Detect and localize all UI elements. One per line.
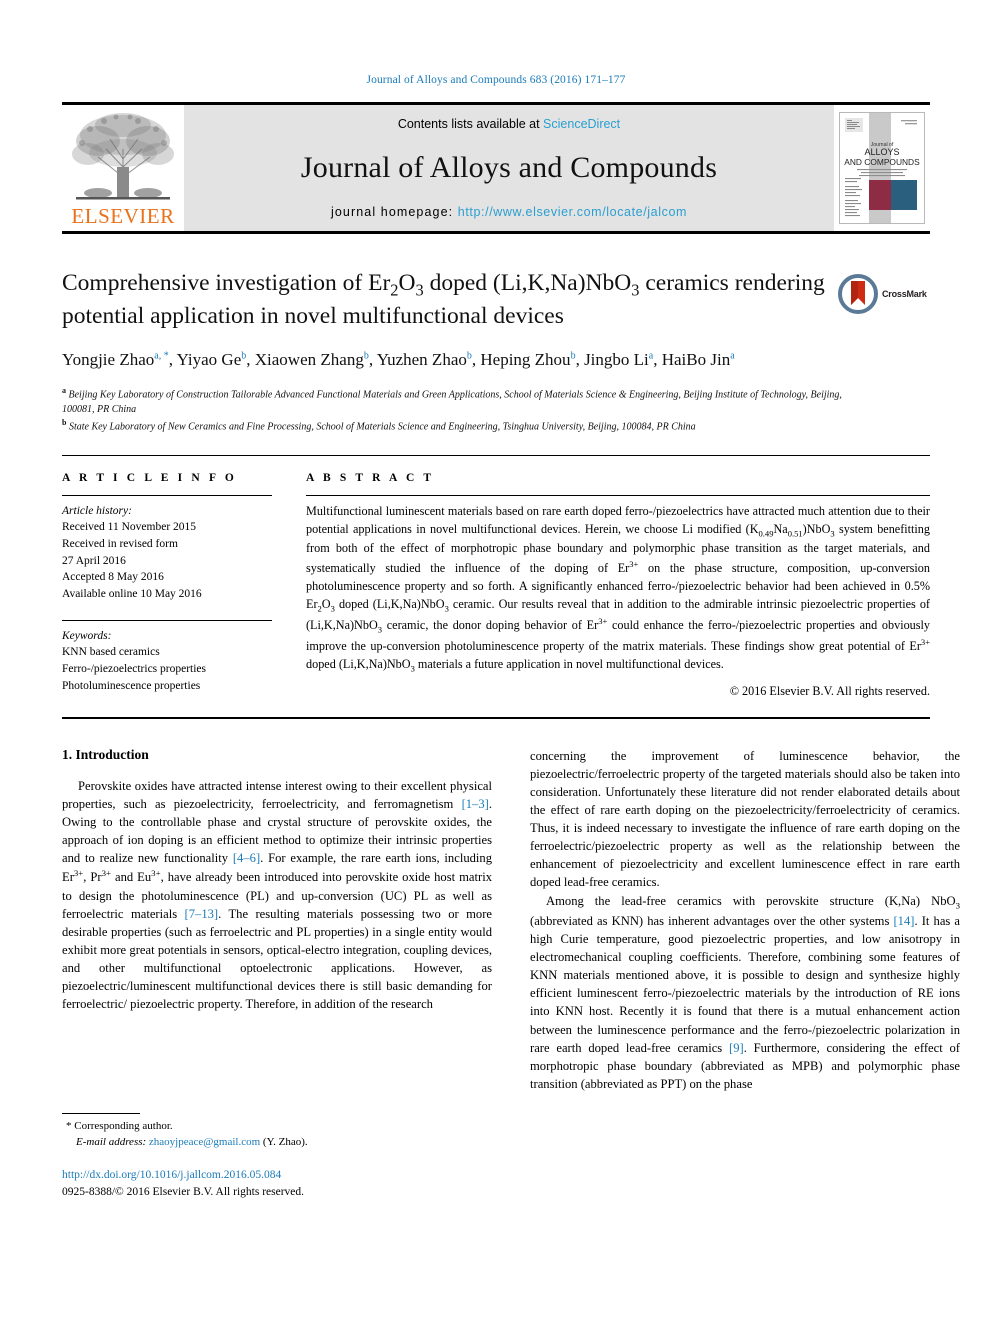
email-label: E-mail address: <box>76 1136 147 1149</box>
sciencedirect-link[interactable]: ScienceDirect <box>543 117 620 131</box>
divider <box>62 494 272 496</box>
abstract-copyright: © 2016 Elsevier B.V. All rights reserved… <box>729 683 930 698</box>
article-history-block: Article history: Received 11 November 20… <box>62 503 272 603</box>
abstract-column: A B S T R A C T Multifunctional luminesc… <box>306 472 930 699</box>
doi-link[interactable]: http://dx.doi.org/10.1016/j.jallcom.2016… <box>62 1167 492 1184</box>
history-item: 27 April 2016 <box>62 554 126 567</box>
article-info-heading: A R T I C L E I N F O <box>62 471 237 484</box>
affiliation-text: Beijing Key Laboratory of Construction T… <box>62 389 842 416</box>
divider <box>62 619 272 621</box>
body-column-left: 1. Introduction Perovskite oxides have a… <box>62 747 492 1202</box>
citation-link[interactable]: [9] <box>729 1041 744 1055</box>
author-name: Yuzhen Zhao <box>376 350 467 370</box>
author-affiliation-mark: b <box>241 350 247 362</box>
elsevier-logo: ELSEVIER <box>62 105 184 231</box>
section-heading-introduction: 1. Introduction <box>62 746 149 762</box>
running-head: Journal of Alloys and Compounds 683 (201… <box>366 74 626 86</box>
article-history-label: Article history: <box>62 504 132 517</box>
author-affiliation-mark: b <box>363 350 369 362</box>
corresponding-author-note: * Corresponding author. E-mail address: … <box>66 1120 308 1149</box>
affiliation-item: b State Key Laboratory of New Ceramics a… <box>62 417 862 434</box>
citation-link[interactable]: [1–3] <box>462 797 489 811</box>
journal-article-page: Journal of Alloys and Compounds 683 (201… <box>0 0 992 1323</box>
affiliation-mark: a <box>62 386 66 396</box>
email-link[interactable]: zhaoyjpeace@gmail.com <box>149 1136 260 1148</box>
keywords-block: Keywords: KNN based ceramics Ferro-/piez… <box>62 619 272 695</box>
journal-homepage-link[interactable]: http://www.elsevier.com/locate/jalcom <box>458 205 687 219</box>
elsevier-wordmark: ELSEVIER <box>71 204 175 228</box>
crossmark-icon <box>838 274 878 314</box>
affiliation-mark: b <box>62 418 67 428</box>
author-name: Jingbo Li <box>584 350 649 370</box>
journal-masthead: ELSEVIER Contents lists available at Sci… <box>62 102 930 234</box>
elsevier-tree-icon <box>72 113 174 200</box>
keywords-label: Keywords: <box>62 629 112 642</box>
author-list: Yongjie Zhaoa, *, Yiyao Geb, Xiaowen Zha… <box>62 350 735 370</box>
issn-copyright-line: 0925-8388/© 2016 Elsevier B.V. All right… <box>62 1186 305 1199</box>
journal-title: Journal of Alloys and Compounds <box>300 151 718 184</box>
keyword-item: Photoluminescence properties <box>62 679 201 692</box>
author-affiliation-mark: a <box>730 350 735 362</box>
paragraph: concerning the improvement of luminescen… <box>530 748 960 890</box>
info-abstract-section: A R T I C L E I N F O Article history: R… <box>62 454 930 699</box>
affiliation-text: State Key Laboratory of New Ceramics and… <box>68 421 696 433</box>
history-item: Accepted 8 May 2016 <box>62 571 164 584</box>
author-name: Heping Zhou <box>480 350 571 370</box>
contents-prefix: Contents lists available at <box>397 117 544 131</box>
citation-link[interactable]: [4–6] <box>233 851 260 865</box>
journal-cover-thumbnail: Journal of ALLOYS AND COMPOUNDS <box>834 105 930 231</box>
author-name: Yongjie Zhao <box>62 350 155 370</box>
masthead-center-panel: Contents lists available at ScienceDirec… <box>184 105 834 231</box>
svg-text:AND COMPOUNDS: AND COMPOUNDS <box>844 157 920 167</box>
paragraph: Perovskite oxides have attracted intense… <box>62 778 493 1012</box>
doi-block: http://dx.doi.org/10.1016/j.jallcom.2016… <box>62 1167 492 1202</box>
contents-lists-line: Contents lists available at ScienceDirec… <box>398 117 620 131</box>
affiliation-item: a Beijing Key Laboratory of Construction… <box>62 385 862 417</box>
corresponding-author-label: Corresponding author. <box>74 1120 173 1133</box>
citation-link[interactable]: [7–13] <box>185 907 219 921</box>
author-name: Yiyao Ge <box>176 350 242 370</box>
title-block: Comprehensive investigation of Er2O3 dop… <box>62 268 930 435</box>
body-column-right: concerning the improvement of luminescen… <box>530 747 960 1202</box>
divider <box>306 494 930 496</box>
author-affiliation-mark: a <box>648 350 654 362</box>
author-name: Xiaowen Zhang <box>254 350 364 370</box>
svg-text:ALLOYS: ALLOYS <box>864 147 899 157</box>
paragraph: Among the lead-free ceramics with perovs… <box>530 893 961 1091</box>
abstract-text: Multifunctional luminescent materials ba… <box>306 503 930 674</box>
history-item: Received in revised form <box>62 538 178 551</box>
keyword-item: KNN based ceramics <box>62 646 160 659</box>
author-affiliation-mark: a, * <box>154 350 169 362</box>
homepage-prefix: journal homepage: <box>330 205 458 219</box>
journal-homepage-line: journal homepage: http://www.elsevier.co… <box>331 205 687 219</box>
citation-link[interactable]: [14] <box>893 914 914 928</box>
email-suffix: (Y. Zhao). <box>262 1136 308 1149</box>
journal-cover-image: Journal of ALLOYS AND COMPOUNDS <box>839 112 925 224</box>
crossmark-label: CrossMark <box>882 289 927 299</box>
footnote-divider <box>62 1113 140 1115</box>
author-affiliation-mark: b <box>570 350 576 362</box>
article-body: 1. Introduction Perovskite oxides have a… <box>62 747 960 1202</box>
keyword-item: Ferro-/piezoelectrics properties <box>62 663 207 676</box>
crossmark-badge[interactable]: CrossMark <box>838 272 930 316</box>
abstract-heading: A B S T R A C T <box>306 471 435 484</box>
author-affiliation-mark: b <box>466 350 472 362</box>
affiliation-list: a Beijing Key Laboratory of Construction… <box>62 385 862 435</box>
section-divider <box>62 716 930 719</box>
history-item: Received 11 November 2015 <box>62 521 197 534</box>
history-item: Available online 10 May 2016 <box>62 588 202 601</box>
footnote-block: * Corresponding author. E-mail address: … <box>62 1113 492 1201</box>
author-name: HaiBo Jin <box>661 350 731 370</box>
article-info-column: A R T I C L E I N F O Article history: R… <box>62 472 272 699</box>
page-title: Comprehensive investigation of Er2O3 dop… <box>62 270 825 330</box>
